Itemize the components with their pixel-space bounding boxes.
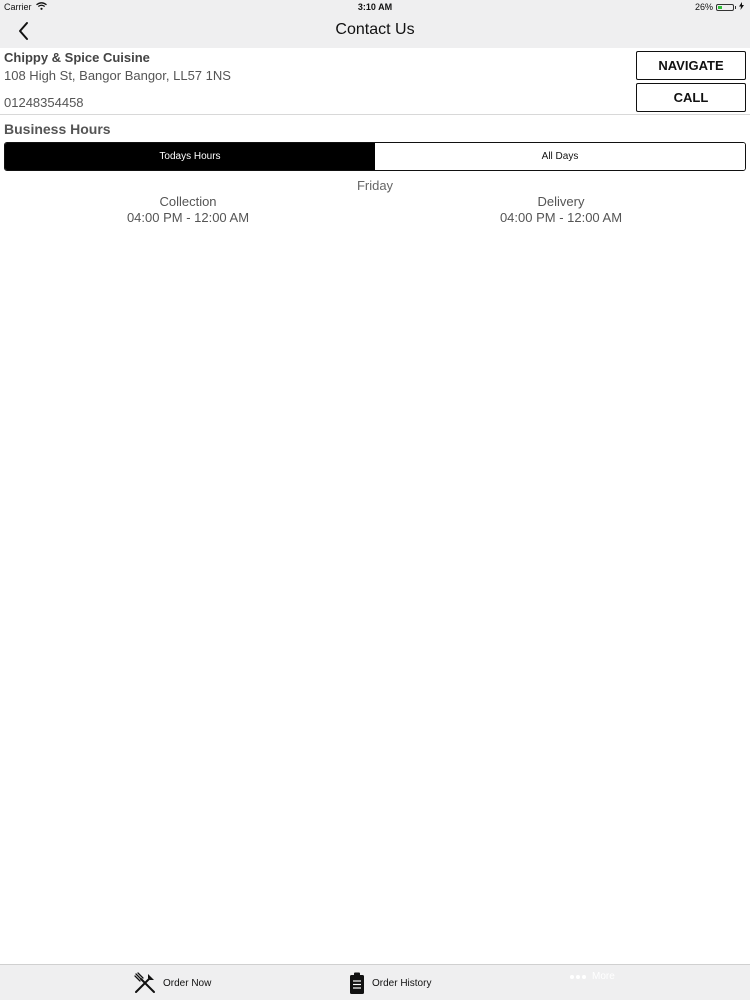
restaurant-name: Chippy & Spice Cuisine (4, 50, 150, 65)
tab-order-history[interactable]: Order History (348, 971, 431, 995)
collection-time: 04:00 PM - 12:00 AM (126, 210, 250, 225)
business-hours-heading: Business Hours (4, 121, 111, 137)
navigate-button[interactable]: NAVIGATE (636, 51, 746, 80)
segment-todays-hours[interactable]: Todays Hours (5, 143, 375, 170)
delivery-time: 04:00 PM - 12:00 AM (499, 210, 623, 225)
hours-segmented-control: Todays Hours All Days (4, 142, 746, 171)
segment-all-days[interactable]: All Days (375, 143, 745, 170)
fork-knife-icon (134, 972, 155, 993)
clipboard-icon (350, 972, 364, 994)
charging-icon (739, 2, 744, 12)
collection-title: Collection (159, 194, 217, 209)
delivery-title: Delivery (537, 194, 585, 209)
battery-percent: 26% (694, 2, 713, 12)
restaurant-address: 108 High St, Bangor Bangor, LL57 1NS (4, 68, 231, 83)
collection-hours: Collection 04:00 PM - 12:00 AM (88, 194, 288, 226)
status-bar: Carrier 3:10 AM 26% (0, 0, 750, 14)
more-dots-icon (570, 974, 586, 979)
status-right: 26% (695, 2, 744, 12)
tab-order-history-label: Order History (372, 977, 432, 989)
tab-order-now[interactable]: Order Now (133, 971, 211, 995)
battery-icon (716, 3, 734, 11)
battery-cap (735, 5, 736, 9)
restaurant-info: Chippy & Spice Cuisine 108 High St, Bang… (0, 48, 750, 115)
status-time: 3:10 AM (357, 2, 393, 12)
delivery-hours: Delivery 04:00 PM - 12:00 AM (461, 194, 661, 226)
day-label: Friday (356, 178, 394, 193)
call-button[interactable]: CALL (636, 83, 746, 112)
restaurant-phone: 01248354458 (4, 95, 84, 110)
tab-more[interactable]: More (570, 971, 615, 982)
tab-bar: Order Now Order History More (0, 964, 750, 1000)
tab-order-now-label: Order Now (163, 977, 212, 989)
navigation-bar: Contact Us (0, 14, 750, 48)
page-title: Contact Us (335, 21, 415, 38)
tab-more-label: More (592, 971, 615, 982)
